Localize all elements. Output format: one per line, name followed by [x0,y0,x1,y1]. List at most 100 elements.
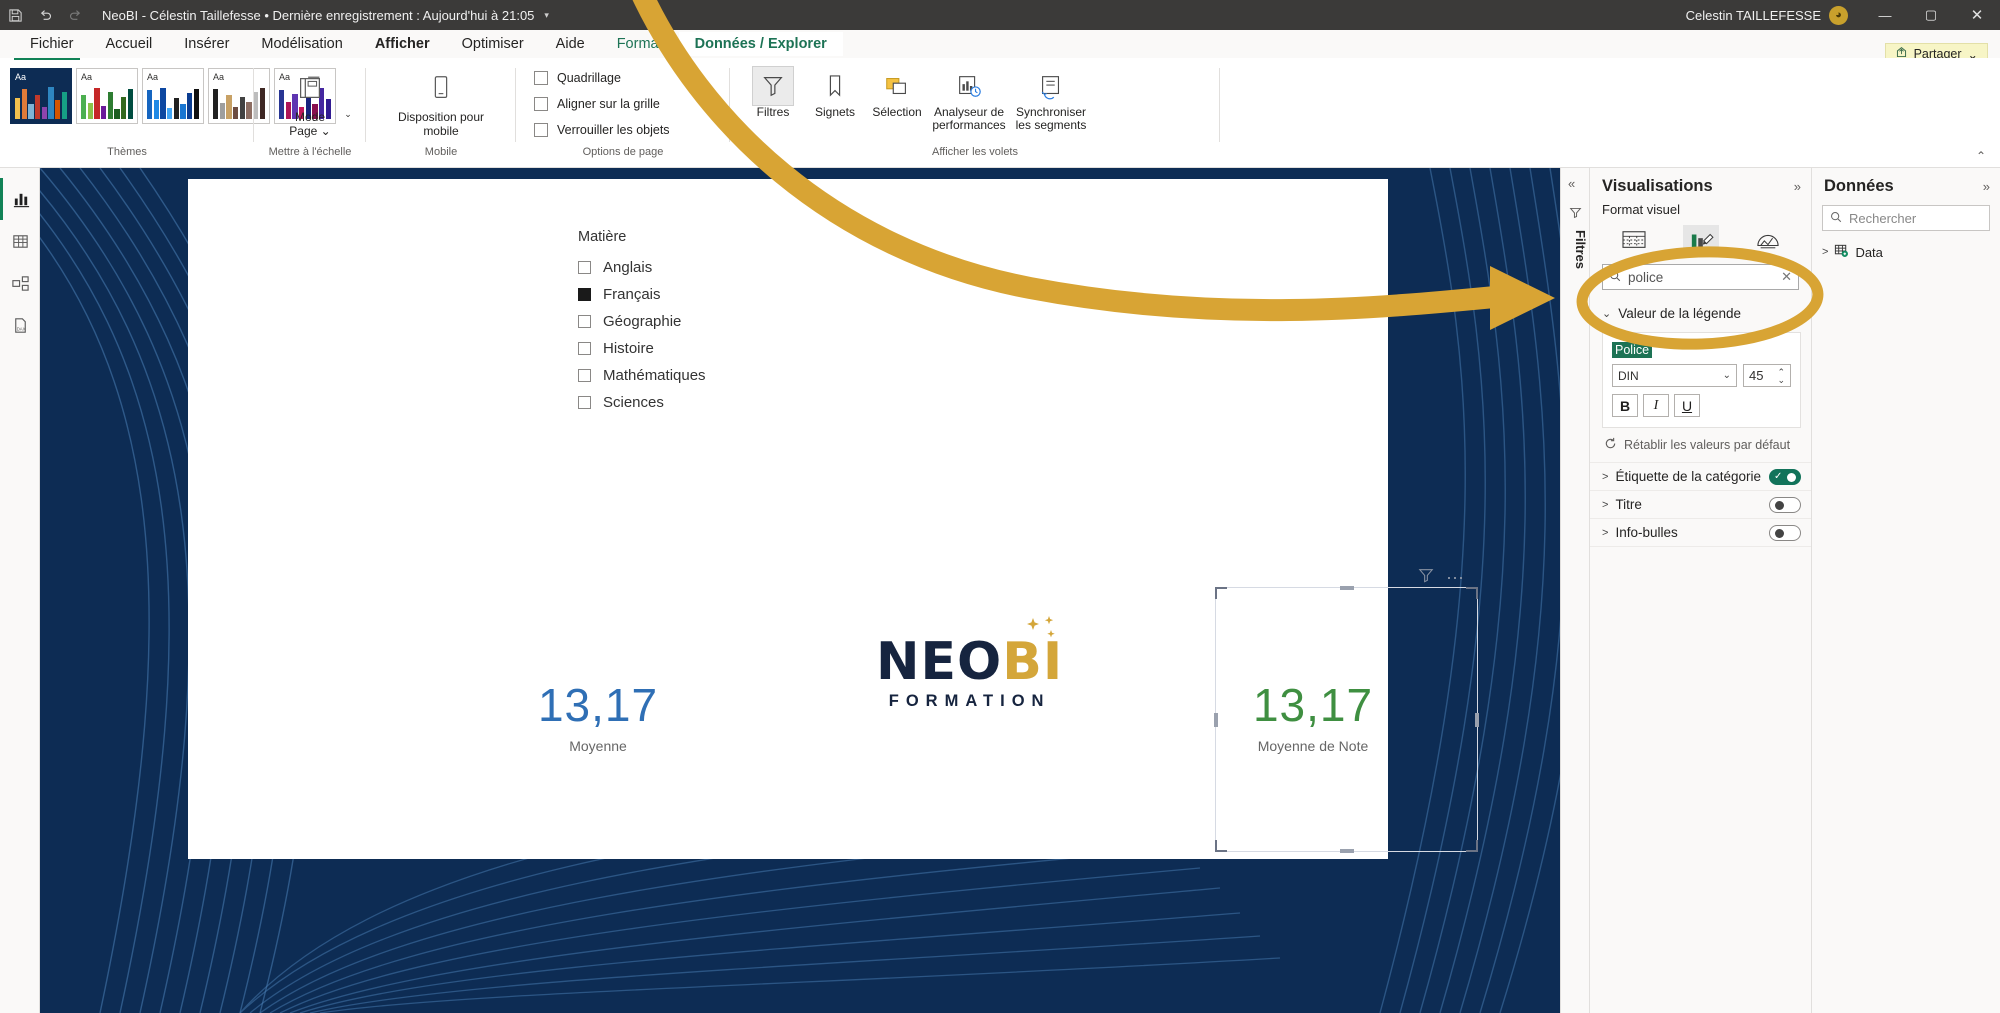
tab-fichier[interactable]: Fichier [14,32,90,56]
tab-afficher[interactable]: Afficher [359,32,446,56]
tab-format[interactable]: Format [601,32,679,56]
section-info-bulles[interactable]: > Info-bulles [1590,518,1811,546]
visualizations-title: Visualisations [1602,177,1713,195]
stepper-arrows-icon[interactable]: ⌃ ⌄ [1777,367,1785,384]
selection-handle-top[interactable] [1339,586,1354,590]
checkbox-quadrillage[interactable]: Quadrillage [534,65,730,91]
checkbox-verrouiller-les-objets[interactable]: Verrouiller les objets [534,117,730,143]
selection-corner-top-right[interactable] [1466,587,1478,599]
tab-donnees-explorer[interactable]: Données / Explorer [678,32,843,56]
group-label-mobile: Mobile [424,146,458,158]
font-size-value: 45 [1749,368,1764,383]
group-label-panes: Afficher les volets [931,146,1018,158]
save-icon[interactable] [0,0,30,30]
more-options-icon[interactable]: ⋯ [1446,569,1464,587]
slicer-item-label: Anglais [603,259,653,276]
underline-button[interactable]: U [1674,394,1700,417]
slicer-item-mathematiques[interactable]: Mathématiques [578,362,706,389]
report-canvas[interactable]: Matière Anglais Français Géographie Hist… [40,168,1589,1013]
expand-visualizations-icon[interactable]: » [1794,179,1801,194]
rail-item-model-view[interactable] [0,262,40,304]
undo-icon[interactable] [30,0,60,30]
theme-card[interactable]: Aa [142,68,204,124]
title-dropdown-caret[interactable]: ▾ [544,10,549,21]
selection-corner-top-left[interactable] [1215,587,1227,599]
checkbox-aligner-sur-la-grille[interactable]: Aligner sur la grille [534,91,730,117]
tab-optimiser[interactable]: Optimiser [446,32,540,56]
collapse-ribbon-button[interactable]: ⌃ [1976,149,1986,163]
section-titre[interactable]: > Titre [1590,490,1811,518]
chevron-right-icon[interactable]: > [1822,246,1828,258]
title-bar: NeoBI - Célestin Taillefesse • Dernière … [0,0,2000,30]
font-family-value: DIN [1618,368,1639,383]
search-input[interactable]: police ✕ [1602,264,1799,290]
tab-accueil[interactable]: Accueil [90,32,169,56]
toggle-info-bulles[interactable] [1769,524,1801,541]
checkbox-box [534,123,548,137]
rail-item-table-view[interactable] [0,220,40,262]
sparkle-icon [1021,616,1067,656]
tab-aide[interactable]: Aide [540,32,601,56]
slicer-item-anglais[interactable]: Anglais [578,254,706,281]
pane-button-synchroniser-segments[interactable]: Synchroniser les segments [1010,66,1092,132]
pane-button-filtres[interactable]: Filtres [742,66,804,119]
pane-button-analyseur-performances[interactable]: Analyseur de performances [928,66,1010,132]
slicer-matiere[interactable]: Matière Anglais Français Géographie Hist… [578,229,706,416]
tab-inserer[interactable]: Insérer [168,32,245,56]
selection-corner-bottom-right[interactable] [1466,840,1478,852]
maximize-button[interactable]: ▢ [1908,0,1954,30]
collapse-filters-icon[interactable]: « [1568,176,1575,191]
card-visual-moyenne-de-note[interactable]: 13,17 Moyenne de Note [1213,679,1413,754]
theme-card[interactable]: Aa [10,68,72,124]
avatar[interactable]: ◕ [1829,5,1848,25]
tab-modelisation[interactable]: Modélisation [245,32,358,56]
ribbon-group-themes: Aa Aa Aa Aa Aa ⌄ Thèmes [0,62,352,158]
page-view-mode-button[interactable]: Mode Page ⌄ [254,62,366,138]
report-page[interactable]: Matière Anglais Français Géographie Hist… [188,179,1479,859]
close-button[interactable]: ✕ [1954,0,2000,30]
font-family-select[interactable]: DIN ⌄ [1612,364,1737,387]
card-visual-moyenne[interactable]: 13,17 Moyenne [498,679,698,754]
pane-button-selection[interactable]: Sélection [866,66,928,119]
slicer-item-francais[interactable]: Français [578,281,706,308]
pane-label-selection: Sélection [872,105,922,119]
slicer-item-geographie[interactable]: Géographie [578,308,706,335]
search-field-wrapper: police ✕ [1590,259,1811,300]
font-size-stepper[interactable]: 45 ⌃ ⌄ [1743,364,1791,387]
slicer-item-label: Géographie [603,313,682,330]
data-search-input[interactable]: Rechercher [1822,205,1990,231]
reset-label: Rétablir les valeurs par défaut [1624,438,1791,452]
data-tree-item-data[interactable]: > Data [1812,231,2000,261]
section-valeur-de-la-legende[interactable]: ⌄ Valeur de la légende [1590,300,1811,326]
toggle-knob [1775,500,1784,510]
theme-card[interactable]: Aa [76,68,138,124]
toggle-titre[interactable] [1769,496,1801,513]
rail-item-dax-query-view[interactable]: DAX [0,304,40,346]
reset-defaults-button[interactable]: Rétablir les valeurs par défaut [1590,428,1811,462]
rail-item-report-view[interactable] [0,178,40,220]
analytics-icon[interactable] [1750,225,1786,255]
minimize-button[interactable]: — [1862,0,1908,30]
filters-pane-collapsed[interactable]: « Filtres [1560,168,1589,1013]
build-visual-icon[interactable] [1616,225,1652,255]
slicer-item-histoire[interactable]: Histoire [578,335,706,362]
expand-data-pane-icon[interactable]: » [1983,179,1990,194]
section-etiquette-de-la-categorie[interactable]: > Étiquette de la catégorie [1590,462,1811,490]
mobile-layout-button[interactable]: Disposition pour mobile [366,62,516,138]
filter-funnel-icon[interactable] [1418,567,1434,588]
selection-corner-bottom-left[interactable] [1215,840,1227,852]
selection-handle-bottom[interactable] [1339,849,1354,853]
bold-button[interactable]: B [1612,394,1638,417]
account-name[interactable]: Celestin TAILLEFESSE [1686,8,1821,23]
section-divider [1590,546,1811,556]
clear-search-icon[interactable]: ✕ [1781,269,1792,285]
selection-handle-right[interactable] [1475,712,1479,727]
slicer-item-sciences[interactable]: Sciences [578,389,706,416]
pane-button-signets[interactable]: Signets [804,66,866,119]
italic-button[interactable]: I [1643,394,1669,417]
checkbox-box [534,97,548,111]
pane-label-signets: Signets [814,105,856,119]
group-separator [1219,68,1220,142]
toggle-etiquette-de-la-categorie[interactable] [1769,468,1801,485]
format-visual-icon[interactable] [1682,225,1719,255]
